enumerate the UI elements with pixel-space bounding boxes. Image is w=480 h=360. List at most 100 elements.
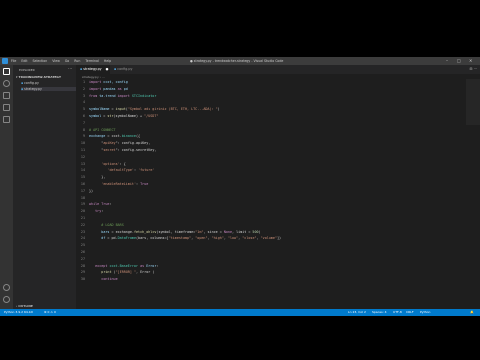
code-line[interactable]: 23 bars = exchange.fetch_ohlcv(symbol, ti…: [76, 230, 456, 235]
maximize-button[interactable]: □: [457, 57, 461, 65]
code-editor[interactable]: 1 import ccxt, config 2 import pandas as pd…: [76, 79, 480, 309]
code-text: symbolName = input("Symbol adı giriniz (…: [89, 107, 220, 112]
split-editor-icon[interactable]: ⊟ ···: [470, 65, 477, 74]
cursor-position[interactable]: Ln 23, Col 2: [348, 309, 366, 316]
line-ending[interactable]: CRLF: [406, 309, 414, 316]
extensions-icon[interactable]: [3, 116, 10, 123]
code-text: 'options': {: [101, 162, 126, 167]
code-line[interactable]: 16 'enableRateLimit': True: [76, 182, 456, 187]
code-line[interactable]: 21: [76, 216, 456, 221]
line-number: 19: [80, 202, 85, 207]
menu-edit[interactable]: Edit: [21, 57, 27, 65]
encoding[interactable]: UTF-8: [393, 309, 402, 316]
outline-section[interactable]: › OUTLINE: [16, 304, 33, 308]
close-window-button[interactable]: ✕: [469, 57, 472, 65]
code-text: import ccxt, config: [89, 80, 128, 85]
line-number: 27: [80, 256, 85, 261]
code-line[interactable]: 10 "apiKey": config.apiKey,: [76, 141, 456, 146]
code-token: STCIndicator: [131, 93, 157, 98]
menu-view[interactable]: View: [52, 57, 60, 65]
code-line[interactable]: 24 df = pd.DataFrame(bars, columns=["time…: [76, 236, 456, 241]
line-number: 9: [82, 134, 85, 139]
code-line[interactable]: 14 'defaultType': 'future': [76, 168, 456, 173]
code-line[interactable]: 1 import ccxt, config: [76, 80, 456, 85]
file-strategy-label: strategy.py: [24, 87, 42, 91]
code-line[interactable]: 2 import pandas as pd: [76, 87, 456, 92]
code-line[interactable]: 4: [76, 100, 456, 105]
code-line[interactable]: 9 exchange = ccxt.binance({: [76, 134, 456, 139]
menu-terminal[interactable]: Terminal: [85, 57, 98, 65]
code-line[interactable]: 20 try:: [76, 209, 456, 214]
line-number: 28: [80, 263, 85, 268]
code-token: 'enableRateLimit': [101, 182, 136, 186]
code-line[interactable]: 8 # API CONNECT: [76, 128, 456, 133]
code-token: from: [89, 93, 100, 98]
code-token: (bars, columns=[: [136, 236, 169, 241]
code-token: # API CONNECT: [89, 127, 116, 132]
gear-icon[interactable]: [3, 296, 10, 303]
file-config[interactable]: ▪config.py: [21, 81, 39, 85]
more-actions-icon[interactable]: ···: [68, 66, 72, 71]
code-line[interactable]: 12: [76, 155, 456, 160]
code-token: 'defaultType': [107, 168, 134, 173]
line-number: 22: [80, 222, 85, 227]
python-interpreter[interactable]: Python 3.9.2 64-bit: [4, 309, 33, 316]
code-token: :: [109, 202, 112, 207]
menu-run[interactable]: Run: [74, 57, 80, 65]
unsaved-dot-icon[interactable]: ●: [106, 67, 109, 71]
notifications-icon[interactable]: 🔔: [470, 309, 474, 316]
explorer-icon[interactable]: [3, 68, 10, 75]
code-token: DataFrame: [117, 236, 137, 241]
code-line[interactable]: 7: [76, 121, 456, 126]
code-line[interactable]: 25: [76, 243, 456, 248]
code-line[interactable]: 6 symbol = str(symbolName) + "/USDT": [76, 114, 456, 119]
code-token: pd: [123, 86, 128, 91]
tab-config[interactable]: ▪config.py: [110, 65, 142, 74]
code-line[interactable]: 17}): [76, 189, 456, 194]
file-strategy[interactable]: ▪strategy.py: [21, 87, 76, 91]
minimap[interactable]: [466, 79, 480, 125]
run-debug-icon[interactable]: [3, 104, 10, 111]
code-line[interactable]: 13 'options': {: [76, 162, 456, 167]
code-line[interactable]: 26: [76, 250, 456, 255]
menu-file[interactable]: File: [11, 57, 16, 65]
code-line[interactable]: 30 continue: [76, 277, 456, 282]
line-number: 5: [82, 107, 85, 112]
code-line[interactable]: 29 print ("[ERROR] ", Error ): [76, 270, 456, 275]
tab-config-label: config.py: [117, 67, 133, 71]
code-token: :: [101, 209, 104, 214]
code-line[interactable]: 11 "secret": config.secretKey,: [76, 148, 456, 153]
code-line[interactable]: 5 symbolName = input("Symbol adı giriniz …: [76, 107, 456, 112]
code-token: : {: [119, 161, 126, 166]
search-icon[interactable]: [3, 80, 10, 87]
tab-strategy[interactable]: ▪strategy.py ●: [76, 65, 110, 74]
problems-indicator[interactable]: ⊗ 0 ⚠ 0: [44, 309, 56, 316]
line-number: 3: [82, 93, 85, 98]
language-mode[interactable]: Python: [420, 309, 430, 316]
code-text: 'enableRateLimit': True: [101, 182, 148, 187]
menu-go[interactable]: Go: [65, 57, 69, 65]
line-number: 7: [82, 120, 85, 125]
window-title: ● strategy.py - trendwatcher-strategy - …: [190, 59, 284, 63]
line-number: 2: [82, 86, 85, 91]
code-line[interactable]: 18: [76, 196, 456, 201]
menu-help[interactable]: Help: [104, 57, 111, 65]
line-number: 26: [80, 250, 85, 254]
status-bar: Python 3.9.2 64-bit ⊗ 0 ⚠ 0 Ln 23, Col 2…: [0, 309, 480, 316]
code-token: "high": [211, 236, 224, 241]
code-line[interactable]: 19 while True:: [76, 202, 456, 207]
line-number: 23: [80, 229, 85, 234]
minimize-button[interactable]: –: [446, 57, 448, 65]
code-line[interactable]: 3 from ta.trend import STCIndicator: [76, 94, 456, 99]
workspace-folder[interactable]: ▾ TRADINGVIEW-STRATEGY: [16, 75, 61, 79]
menu-selection[interactable]: Selection: [33, 57, 48, 65]
code-line[interactable]: 22 # LOAD BARS: [76, 223, 456, 228]
code-line[interactable]: 15},: [76, 175, 456, 180]
code-line[interactable]: 27: [76, 257, 456, 262]
account-icon[interactable]: [3, 284, 10, 291]
code-line[interactable]: 28 except ccxt.BaseError as Error:: [76, 264, 456, 269]
code-token: "[ERROR] ": [115, 270, 137, 275]
source-control-icon[interactable]: [3, 92, 10, 99]
indentation[interactable]: Spaces: 4: [372, 309, 387, 316]
line-number: 8: [82, 127, 85, 132]
